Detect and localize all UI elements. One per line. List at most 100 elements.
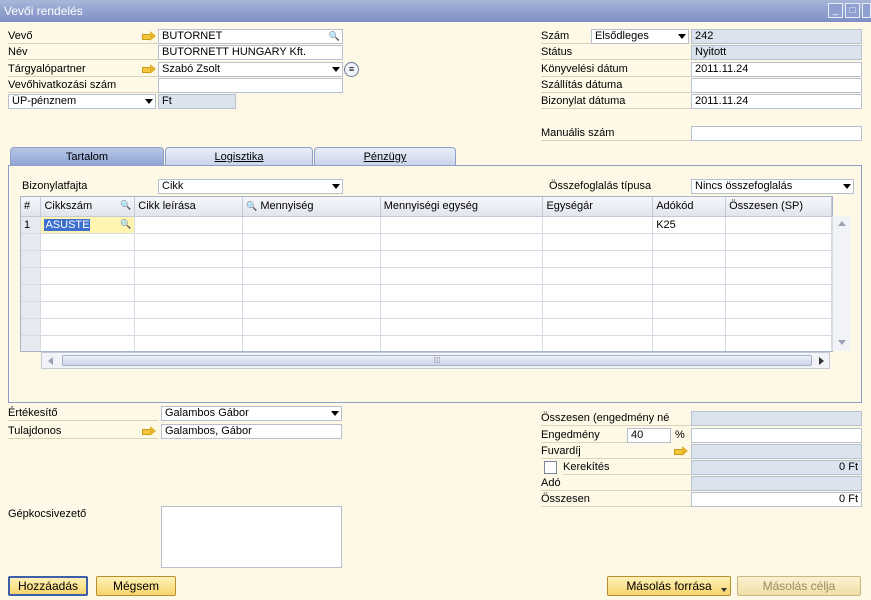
dropdown-arrow-icon[interactable] xyxy=(843,184,851,189)
cikkszam-cell[interactable]: ASUSTE 🔍 xyxy=(40,216,136,234)
gepkocsivezeto-textarea[interactable] xyxy=(161,506,342,568)
table-row[interactable] xyxy=(21,267,832,285)
fuvardij-field xyxy=(691,444,862,459)
grid-vertical-scrollbar[interactable] xyxy=(832,216,850,351)
scroll-up-icon[interactable] xyxy=(838,221,846,226)
link-arrow-icon[interactable] xyxy=(142,64,156,74)
dropdown-arrow-icon[interactable] xyxy=(332,67,340,72)
targyalopartner-value: Szabó Zsolt xyxy=(162,63,221,75)
vevohivatkozasi-label: Vevőhivatkozási szám xyxy=(8,78,158,93)
search-icon[interactable]: 🔍 xyxy=(329,30,340,43)
tab-penzugy[interactable]: Pénzügy xyxy=(314,147,456,166)
minimize-icon[interactable]: _ xyxy=(828,3,843,18)
context-icon[interactable]: ≡ xyxy=(344,62,359,77)
items-grid: # Cikkszám 🔍 Cikk leírása 🔍 Mennyiség Men… xyxy=(20,196,833,352)
masolas-celja-button[interactable]: Másolás célja xyxy=(737,576,861,596)
ertekesito-dropdown[interactable]: Galambos Gábor xyxy=(161,406,342,421)
col-header-cikkszam[interactable]: Cikkszám 🔍 xyxy=(40,197,136,217)
penznem-dropdown[interactable]: ÜP-pénznem xyxy=(8,94,156,109)
nev-field[interactable]: BÚTORNETT HUNGARY Kft. xyxy=(158,45,343,60)
table-row[interactable] xyxy=(21,301,832,319)
hozzaadas-button[interactable]: Hozzáadás xyxy=(8,576,88,596)
col-header-cikkszam-label: Cikkszám xyxy=(44,200,93,213)
ado-label: Adó xyxy=(541,476,691,491)
vevo-value: BUTORNET xyxy=(162,30,223,42)
osszesen-engedmeny-field xyxy=(691,411,862,426)
tab-logisztika-label: Logisztika xyxy=(214,151,264,163)
vevohivatkozasi-field[interactable] xyxy=(158,78,343,93)
egysegar-cell[interactable] xyxy=(542,216,654,234)
bizonylatfajta-label: Bizonylatfajta xyxy=(22,180,88,192)
col-header-rownum[interactable]: # xyxy=(21,197,42,217)
col-header-mennyisegi-egyseg[interactable]: Mennyiségi egység xyxy=(380,197,544,217)
scroll-right-icon[interactable] xyxy=(819,357,824,365)
window-title: Vevői rendelés xyxy=(4,4,83,18)
link-arrow-icon[interactable] xyxy=(142,426,156,436)
masolas-forrasa-button[interactable]: Másolás forrása xyxy=(607,576,731,596)
scroll-down-icon[interactable] xyxy=(838,340,846,345)
table-row[interactable] xyxy=(21,335,832,351)
szam-field[interactable]: 242 xyxy=(691,29,862,44)
engedmeny-percent-field[interactable]: 40 xyxy=(627,428,671,443)
table-row[interactable] xyxy=(21,318,832,336)
konyvelesi-field[interactable]: 2011.11.24 xyxy=(691,62,862,77)
osszefoglalas-value: Nincs összefoglalás xyxy=(695,180,793,192)
scroll-thumb[interactable]: ⁞⁞⁞ xyxy=(62,355,812,366)
table-row[interactable]: 1 ASUSTE 🔍 K25 xyxy=(21,216,832,234)
link-arrow-icon[interactable] xyxy=(674,446,688,456)
szam-series-dropdown[interactable]: Elsődleges xyxy=(591,29,689,44)
maximize-icon[interactable]: □ xyxy=(845,3,860,18)
col-header-egysegar[interactable]: Egységár xyxy=(542,197,654,217)
nev-label: Név xyxy=(8,45,158,60)
dropdown-arrow-icon[interactable] xyxy=(145,99,153,104)
col-header-osszesen[interactable]: Összesen (SP) xyxy=(725,197,832,217)
cikk-leirasa-cell[interactable] xyxy=(134,216,244,234)
table-row[interactable] xyxy=(21,233,832,251)
masolas-forrasa-label: Másolás forrása xyxy=(626,579,712,593)
scroll-left-icon[interactable] xyxy=(48,357,53,365)
penznem-value: Ft xyxy=(158,94,236,109)
engedmeny-field[interactable] xyxy=(691,428,862,443)
bizonylat-datum-field[interactable]: 2011.11.24 xyxy=(691,94,862,109)
close-icon[interactable] xyxy=(862,3,871,18)
ertekesito-label: Értékesítő xyxy=(8,406,158,421)
targyalopartner-label: Tárgyalópartner xyxy=(8,62,158,77)
osszesen-cell[interactable] xyxy=(725,216,832,234)
kerekites-label: Kerekítés xyxy=(563,460,691,475)
osszefoglalas-dropdown[interactable]: Nincs összefoglalás xyxy=(691,179,854,194)
bizonylat-datum-label: Bizonylat dátuma xyxy=(541,94,691,109)
osszesen-engedmeny-label: Összesen (engedmény né xyxy=(541,411,691,426)
col-header-adokod[interactable]: Adókód xyxy=(652,197,727,217)
dropdown-arrow-icon[interactable] xyxy=(332,184,340,189)
mennyiseg-cell[interactable] xyxy=(242,216,381,234)
manualis-label: Manuális szám xyxy=(541,126,691,141)
row-number[interactable]: 1 xyxy=(21,216,42,234)
grid-horizontal-scrollbar[interactable]: ⁞⁞⁞ xyxy=(41,352,830,369)
szallitas-field[interactable] xyxy=(691,78,862,93)
targyalopartner-dropdown[interactable]: Szabó Zsolt xyxy=(158,62,343,77)
tab-tartalom[interactable]: Tartalom xyxy=(10,147,164,166)
link-arrow-icon[interactable] xyxy=(142,31,156,41)
vevo-label: Vevő xyxy=(8,29,158,44)
col-header-cikk-leirasa[interactable]: Cikk leírása xyxy=(134,197,244,217)
percent-sign: % xyxy=(675,429,685,441)
cikkszam-value[interactable]: ASUSTE xyxy=(44,218,91,231)
manualis-field[interactable] xyxy=(691,126,862,141)
search-icon[interactable]: 🔍 xyxy=(120,219,131,230)
dropdown-arrow-icon[interactable] xyxy=(678,34,686,39)
megsem-button[interactable]: Mégsem xyxy=(96,576,176,596)
konyvelesi-label: Könyvelési dátum xyxy=(541,62,691,77)
table-row[interactable] xyxy=(21,250,832,268)
tab-logisztika[interactable]: Logisztika xyxy=(165,147,313,166)
kerekites-checkbox[interactable] xyxy=(544,461,557,474)
adokod-cell[interactable]: K25 xyxy=(652,216,727,234)
bizonylatfajta-dropdown[interactable]: Cikk xyxy=(158,179,343,194)
mennyisegi-egyseg-cell[interactable] xyxy=(380,216,544,234)
osszesen-label: Összesen xyxy=(541,492,691,507)
dropdown-arrow-icon[interactable] xyxy=(331,411,339,416)
table-row[interactable] xyxy=(21,284,832,302)
tulajdonos-field[interactable]: Galambos, Gábor xyxy=(161,424,342,439)
col-header-mennyiseg[interactable]: 🔍 Mennyiség xyxy=(242,197,381,217)
penznem-label: ÜP-pénznem xyxy=(12,95,77,107)
vevo-field[interactable]: BUTORNET 🔍 xyxy=(158,29,343,44)
